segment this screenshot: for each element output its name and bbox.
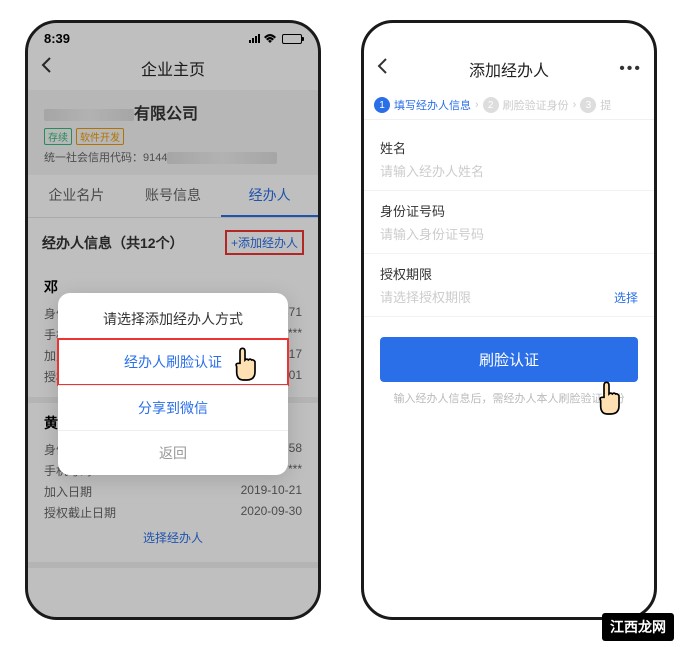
step-2: 2刷脸验证身份 <box>483 97 569 113</box>
tag-status: 存续 <box>44 128 72 145</box>
page-title: 企业主页 <box>28 56 318 80</box>
chevron-right-icon: › <box>475 99 479 111</box>
tabs: 企业名片 账号信息 经办人 <box>28 175 318 218</box>
field-id[interactable]: 身份证号码 请输入身份证号码 <box>364 191 654 254</box>
tab-card[interactable]: 企业名片 <box>28 175 125 217</box>
form: 姓名 请输入经办人姓名 身份证号码 请输入身份证号码 授权期限 请选择授权期限 … <box>364 128 654 317</box>
company-name: 有限公司 <box>44 100 302 124</box>
time: 8:39 <box>44 31 70 46</box>
phone-right: 添加经办人 ••• 1填写经办人信息 › 2刷脸验证身份 › 3提 姓名 请输入… <box>361 20 657 620</box>
step-3: 3提 <box>580 97 611 113</box>
add-agent-link[interactable]: +添加经办人 <box>225 230 304 255</box>
page-title: 添加经办人 <box>364 57 654 81</box>
company-tags: 存续 软件开发 <box>44 128 302 145</box>
phone-left: 8:39 企业主页 有限公司 存续 软件开发 统一社会信用代码：9144 企业名… <box>25 20 321 620</box>
header: 添加经办人 ••• <box>364 51 654 91</box>
header: 企业主页 <box>28 50 318 90</box>
field-auth-period[interactable]: 授权期限 请选择授权期限 选择 <box>364 254 654 317</box>
tag-industry: 软件开发 <box>76 128 124 145</box>
battery-icon <box>282 34 302 44</box>
pointer-hand-icon <box>228 345 262 385</box>
field-name[interactable]: 姓名 请输入经办人姓名 <box>364 128 654 191</box>
status-icons <box>249 34 302 44</box>
status-bar: 8:39 <box>28 23 318 50</box>
row-join: 加入日期2019-10-21 <box>44 481 302 502</box>
chevron-right-icon: › <box>573 99 577 111</box>
steps: 1填写经办人信息 › 2刷脸验证身份 › 3提 <box>364 91 654 120</box>
section-header: 经办人信息（共12个） +添加经办人 <box>28 218 318 267</box>
blurred-text <box>44 109 134 121</box>
pointer-hand-icon <box>592 379 626 419</box>
face-verify-button[interactable]: 刷脸认证 <box>380 337 638 382</box>
step-1: 1填写经办人信息 <box>374 97 471 113</box>
blurred-text <box>167 152 277 164</box>
credit-code: 统一社会信用代码：9144 <box>44 149 302 165</box>
select-agent-link[interactable]: 选择经办人 <box>44 523 302 552</box>
tab-account[interactable]: 账号信息 <box>125 175 222 217</box>
watermark: 江西龙网 <box>602 613 674 641</box>
wifi-icon <box>263 34 277 44</box>
signal-icon <box>249 34 260 43</box>
row-auth: 授权截止日期2020-09-30 <box>44 502 302 523</box>
modal-cancel[interactable]: 返回 <box>58 430 288 475</box>
company-block: 有限公司 存续 软件开发 统一社会信用代码：9144 <box>28 90 318 175</box>
tab-agent[interactable]: 经办人 <box>221 175 318 217</box>
section-title: 经办人信息（共12个） <box>42 233 184 253</box>
select-button[interactable]: 选择 <box>614 289 638 306</box>
modal-title: 请选择添加经办人方式 <box>58 293 288 339</box>
modal-option-wechat[interactable]: 分享到微信 <box>58 385 288 430</box>
